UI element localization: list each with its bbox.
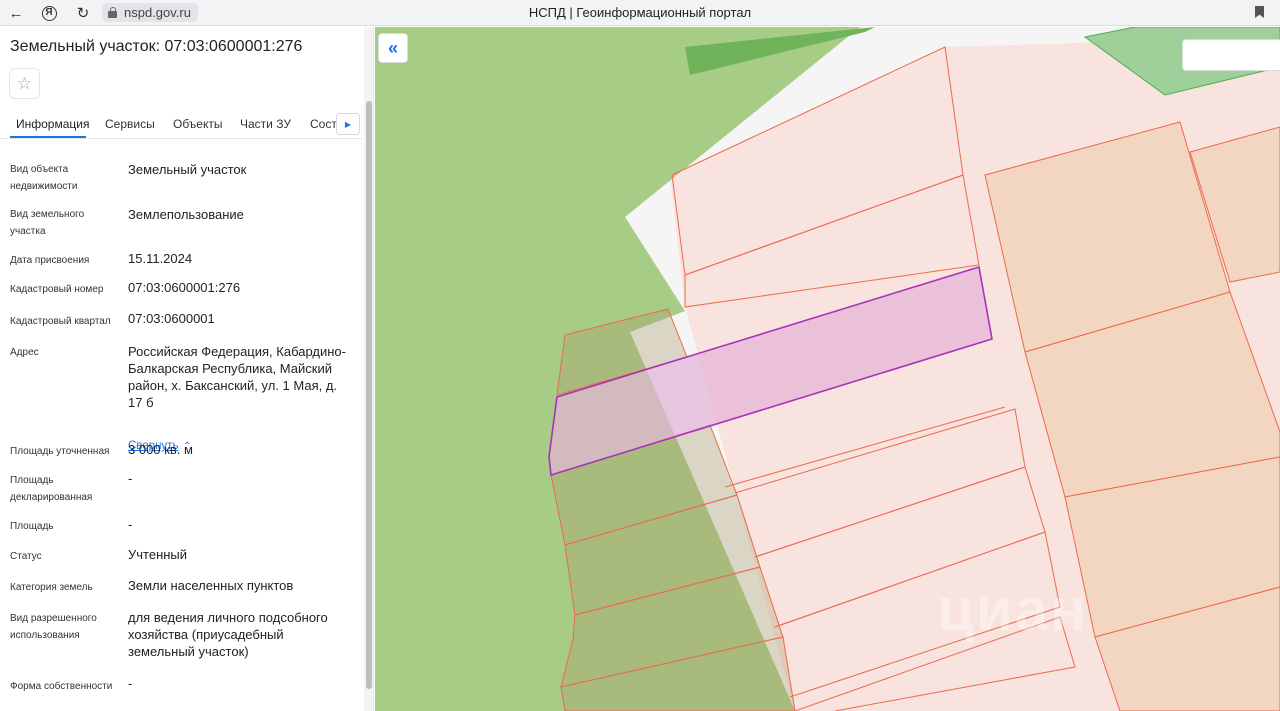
page-tab-title: НСПД | Геоинформационный портал — [528, 5, 752, 20]
property-value: Земельный участок — [128, 162, 247, 177]
property-label: Площадь — [10, 521, 54, 532]
map-search-box[interactable] — [1182, 39, 1280, 71]
property-label: Вид разрешенного использования — [10, 613, 97, 641]
cadastral-map[interactable] — [375, 27, 1280, 711]
property-label: Статус — [10, 551, 42, 562]
property-label: Кадастровый номер — [10, 284, 104, 295]
property-label: Вид земельного участка — [10, 209, 85, 237]
watermark: циан — [937, 576, 1089, 643]
property-value: Российская Федерация, Кабардино-Балкарск… — [128, 344, 346, 410]
property-label: Категория земель — [10, 582, 93, 593]
property-label: Площадь декларированная — [10, 475, 93, 503]
tab-objects[interactable]: Объекты — [173, 117, 223, 131]
tab-land-parts[interactable]: Части ЗУ — [240, 117, 291, 131]
sidebar-scrollbar[interactable] — [364, 27, 373, 711]
property-value: 15.11.2024 — [128, 251, 193, 266]
property-value: 07:03:0600001:276 — [128, 280, 241, 295]
property-label: Дата присвоения — [10, 255, 90, 266]
property-label: Кадастровый квартал — [10, 316, 111, 327]
tab-information[interactable]: Информация — [16, 117, 89, 131]
property-value: 07:03:0600001 — [128, 311, 215, 326]
property-label: Вид объекта недвижимости — [10, 164, 78, 192]
property-value: Учтенный — [128, 547, 188, 562]
property-value: Землепользование — [128, 207, 244, 222]
property-value: 3 000 кв. м — [128, 442, 193, 457]
tabs-scroll-right-button[interactable]: ▶ — [336, 113, 360, 135]
collapse-sidebar-button[interactable]: « — [378, 33, 408, 63]
scrollbar-thumb[interactable] — [366, 101, 372, 689]
property-value: - — [128, 471, 133, 486]
map-view[interactable]: « циан — [375, 27, 1280, 711]
property-value: Земли населенных пунктов — [128, 578, 294, 593]
property-label: Площадь уточненная — [10, 446, 110, 457]
parcel-title: Земельный участок: 07:03:0600001:276 — [10, 38, 303, 55]
double-chevron-left-icon: « — [387, 37, 398, 58]
info-tabs: Информация Сервисы Объекты Части ЗУ Сост… — [0, 111, 362, 139]
star-icon: ☆ — [16, 73, 33, 93]
favorite-button[interactable]: ☆ — [9, 68, 40, 99]
info-sidebar: Земельный участок: 07:03:0600001:276 ☆ И… — [0, 27, 374, 711]
tab-services[interactable]: Сервисы — [105, 117, 155, 131]
property-value: - — [128, 517, 133, 532]
property-label: Форма собственности — [10, 681, 113, 692]
triangle-right-icon: ▶ — [344, 119, 352, 129]
property-value: для ведения личного подсобного хозяйства… — [128, 610, 328, 659]
active-tab-indicator — [10, 136, 86, 138]
property-value: - — [128, 676, 133, 691]
browser-toolbar: ← Я ↻ nspd.gov.ru НСПД | Геоинформационн… — [0, 0, 1280, 26]
property-label: Адрес — [10, 347, 39, 358]
